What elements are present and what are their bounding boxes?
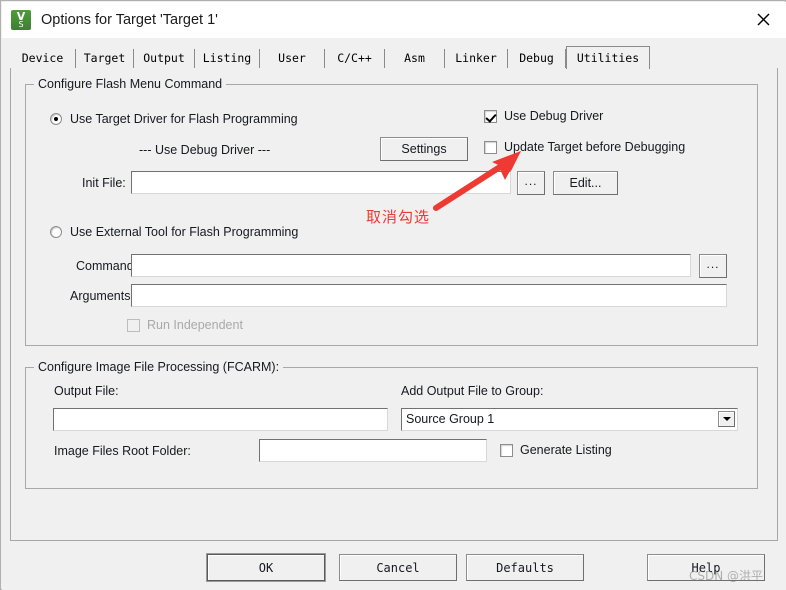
output-file-input[interactable] [53,408,388,431]
tab-target[interactable]: Target [76,49,134,68]
ok-button[interactable]: OK [207,554,325,581]
output-file-label: Output File: [54,384,119,398]
options-dialog: VS Options for Target 'Target 1' Device … [0,0,786,590]
radio-use-external-tool-label: Use External Tool for Flash Programming [70,225,299,239]
titlebar: VS Options for Target 'Target 1' [2,2,786,38]
checkbox-update-target-label: Update Target before Debugging [504,140,686,154]
add-output-to-group-value: Source Group 1 [406,412,495,426]
checkbox-indicator [484,109,497,123]
tab-bar: Device Target Output Listing User C/C++ … [10,46,778,69]
utilities-page: Configure Flash Menu Command Use Target … [10,68,778,541]
close-icon[interactable] [740,2,786,36]
dialog-button-bar: OK Cancel Defaults Help [10,546,778,586]
init-file-label: Init File: [82,176,126,190]
driver-name-label: --- Use Debug Driver --- [139,143,271,157]
tab-debug[interactable]: Debug [508,49,566,68]
checkbox-indicator [500,443,513,457]
checkbox-indicator [484,140,497,154]
chevron-down-icon[interactable] [718,411,735,427]
checkbox-use-debug-driver-label: Use Debug Driver [504,109,604,123]
checkbox-use-debug-driver[interactable]: Use Debug Driver [484,109,603,123]
checkbox-run-independent: Run Independent [127,318,243,332]
checkbox-generate-listing-label: Generate Listing [520,443,612,457]
cancel-button[interactable]: Cancel [339,554,457,581]
checkbox-generate-listing[interactable]: Generate Listing [500,443,612,457]
ellipsis-icon: ... [524,174,538,188]
radio-indicator [50,113,62,125]
command-input[interactable] [131,254,691,277]
tab-output[interactable]: Output [134,49,195,68]
tab-c-cpp[interactable]: C/C++ [325,49,385,68]
image-files-root-folder-label: Image Files Root Folder: [54,444,191,458]
radio-use-target-driver[interactable]: Use Target Driver for Flash Programming [50,112,298,126]
configure-image-file-processing-group: Configure Image File Processing (FCARM):… [25,360,758,489]
tab-listing[interactable]: Listing [195,49,260,68]
ellipsis-icon: ... [706,257,720,271]
radio-indicator [50,226,62,238]
checkbox-run-independent-label: Run Independent [147,318,243,332]
arguments-label: Arguments: [70,289,134,303]
uvision-icon: VS [11,10,31,30]
window-title: Options for Target 'Target 1' [41,12,218,28]
add-output-to-group-select[interactable]: Source Group 1 [401,408,738,431]
arguments-input[interactable] [131,284,727,307]
tab-device[interactable]: Device [10,49,76,68]
init-file-edit-button[interactable]: Edit... [553,171,618,195]
checkbox-update-target-before-debugging[interactable]: Update Target before Debugging [484,140,685,154]
command-browse-button[interactable]: ... [699,254,727,278]
flash-group-title: Configure Flash Menu Command [34,77,227,91]
tab-user[interactable]: User [260,49,325,68]
init-file-input[interactable] [131,171,511,194]
tab-linker[interactable]: Linker [445,49,508,68]
defaults-button[interactable]: Defaults [466,554,584,581]
init-file-browse-button[interactable]: ... [517,171,545,195]
radio-use-target-driver-label: Use Target Driver for Flash Programming [70,112,298,126]
dialog-client-area: Device Target Output Listing User C/C++ … [2,38,786,590]
tab-asm[interactable]: Asm [385,49,445,68]
watermark: CSDN @洪平 [689,569,764,583]
checkbox-indicator [127,318,140,332]
add-output-to-group-label: Add Output File to Group: [401,384,544,398]
annotation-uncheck-note: 取消勾选 [366,208,431,226]
command-label: Command: [76,259,138,273]
radio-use-external-tool[interactable]: Use External Tool for Flash Programming [50,225,298,239]
image-files-root-folder-input[interactable] [259,439,487,462]
tab-utilities[interactable]: Utilities [566,46,650,69]
fcarm-group-title: Configure Image File Processing (FCARM): [34,360,284,374]
settings-button[interactable]: Settings [380,137,468,161]
